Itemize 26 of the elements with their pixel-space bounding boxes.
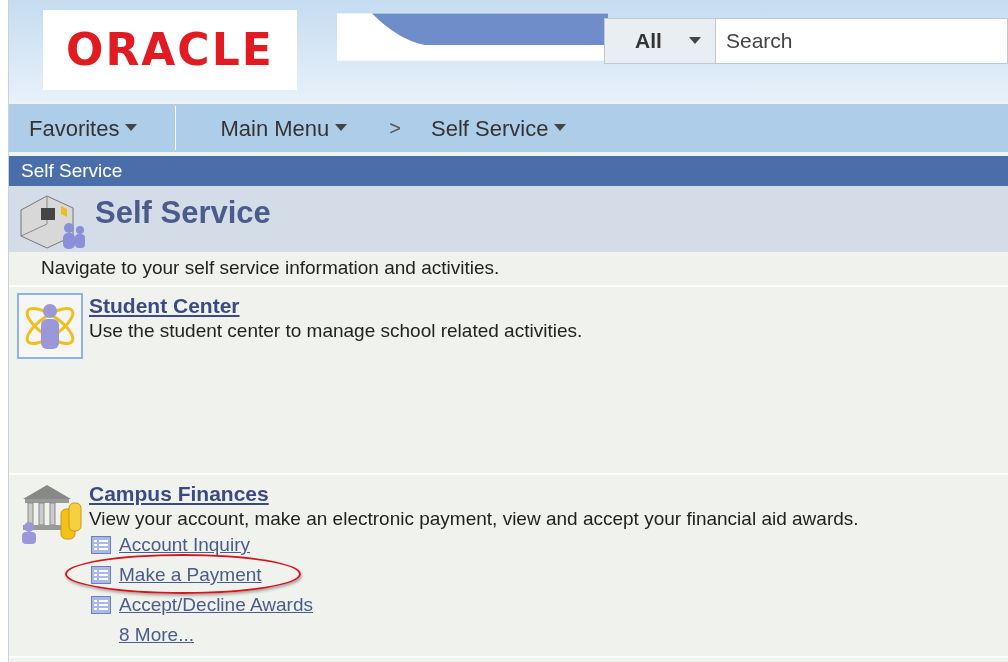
nav-menu[interactable]: Self Service: [431, 111, 567, 145]
page-link[interactable]: Make a Payment: [119, 561, 262, 590]
caret-icon: [335, 124, 348, 132]
page-description: Navigate to your self service information and activities.: [9, 252, 1008, 287]
title-bar: Self Service: [9, 156, 1008, 186]
page-link[interactable]: Account Inquiry: [119, 531, 250, 560]
caret-icon: [554, 124, 567, 132]
caret-icon: [125, 124, 138, 132]
page-icon: [91, 566, 111, 585]
search-field[interactable]: Search: [716, 18, 1008, 64]
section-link[interactable]: Student Center: [89, 293, 240, 317]
section-description: Use the student center to manage school related activities.: [89, 319, 583, 343]
page-link[interactable]: Accept/Decline Awards: [119, 591, 313, 620]
page-icon: [91, 536, 111, 555]
page-icon: [91, 596, 111, 615]
caret-icon: [689, 37, 701, 45]
page-title: Self Service: [95, 194, 271, 232]
section-link[interactable]: Campus Finances: [89, 481, 269, 505]
nav-menu[interactable]: Main Menu: [220, 111, 348, 145]
student-icon: [17, 292, 83, 359]
oracle-logo: ORACLE: [66, 23, 274, 77]
breadcrumb-separator: >: [389, 116, 401, 141]
section-description: View your account, make an electronic payment, view and accept your financial aid awards.: [89, 507, 859, 531]
nav-menu[interactable]: Favorites: [29, 111, 138, 145]
more-link[interactable]: 8 More...: [119, 621, 194, 650]
search-scope-dropdown[interactable]: All: [604, 18, 716, 64]
